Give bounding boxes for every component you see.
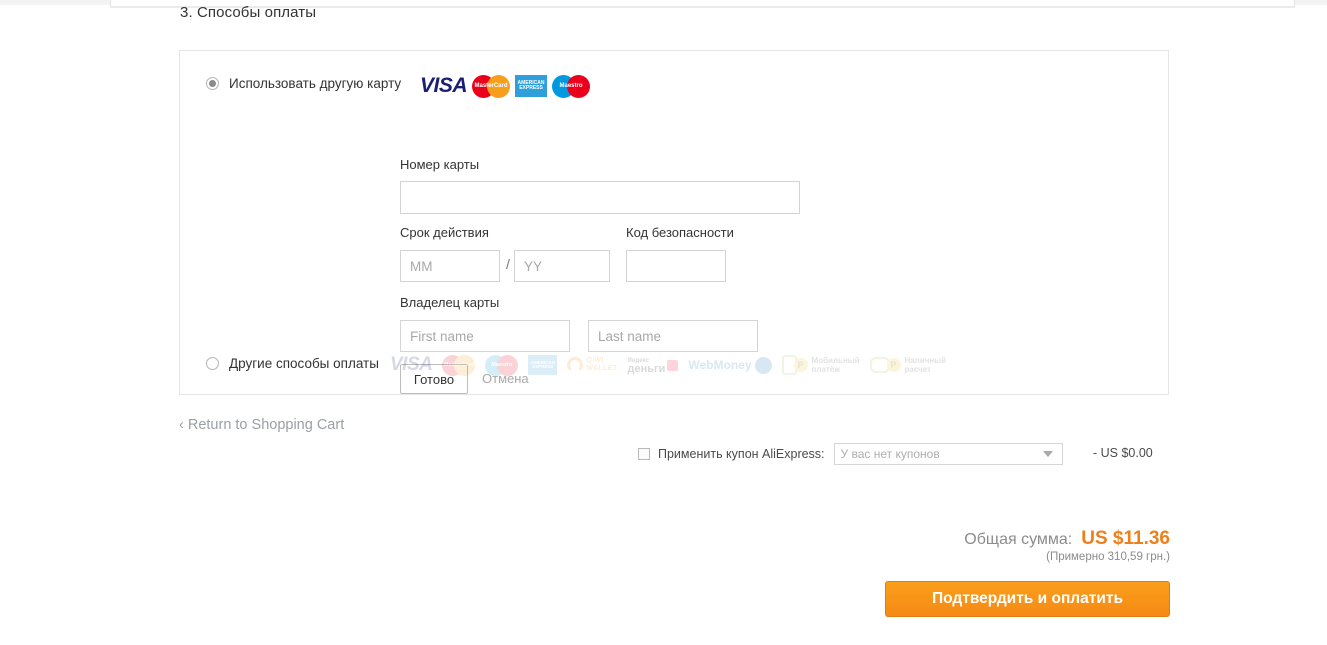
order-total-value: US $11.36	[1081, 528, 1170, 549]
apply-coupon-checkbox[interactable]	[638, 448, 650, 460]
amex-icon: AMERICAN EXPRESS	[515, 75, 548, 97]
webmoney-icon: WebMoney	[688, 356, 772, 374]
qiwi-wallet-icon: QIWI WALLET	[567, 357, 617, 373]
expiry-separator: /	[506, 256, 510, 272]
radio-option-other-card[interactable]: Использовать другую карту	[206, 76, 401, 91]
maestro-icon: Maestro	[552, 74, 591, 98]
return-to-cart-link[interactable]: ‹ Return to Shopping Cart	[179, 417, 344, 433]
order-total-approx: (Примерно 310,59 грн.)	[1046, 551, 1170, 563]
yandex-label-line2: деньги	[627, 363, 666, 375]
qiwi-ring-shape	[567, 357, 584, 373]
maestro-icon-secondary-label: Maestro	[491, 362, 513, 368]
mastercard-icon-label: MasterCard	[474, 83, 508, 89]
coupon-select-value: У вас нет купонов	[840, 447, 940, 461]
confirm-and-pay-button[interactable]: Подтвердить и оплатить	[885, 581, 1170, 617]
first-name-input[interactable]	[400, 320, 570, 352]
security-code-input[interactable]	[626, 250, 726, 282]
mobile-coin-shape: P	[793, 358, 808, 372]
cash-label-line1: Наличный	[904, 356, 946, 365]
page-title: 3. Способы оплаты	[180, 4, 317, 21]
mastercard-icon-secondary-label: MasterCard	[443, 362, 474, 368]
webmoney-label: WebMoney	[688, 358, 752, 372]
webmoney-globe-shape	[754, 356, 772, 374]
order-total-row: Общая сумма: US $11.36	[964, 528, 1170, 550]
radio-option-other-card-label: Использовать другую карту	[229, 76, 402, 91]
coupon-select[interactable]: У вас нет купонов	[833, 443, 1063, 465]
card-number-label: Номер карты	[400, 157, 480, 172]
amex-icon-secondary: AMERICAN EXPRESS	[528, 355, 558, 375]
radio-option-other-methods-label: Другие способы оплаты	[229, 356, 379, 371]
expiry-label: Срок действия	[400, 225, 489, 240]
qiwi-label-line2: WALLET	[586, 365, 618, 372]
visa-icon-secondary: VISA	[390, 354, 433, 375]
visa-icon: VISA	[420, 74, 468, 97]
cash-coin-shape: P	[886, 358, 901, 372]
mastercard-icon-secondary: MasterCard	[442, 354, 476, 376]
radio-option-other-methods[interactable]: Другие способы оплаты	[206, 356, 379, 371]
apply-coupon-label: Применить купон AliExpress:	[658, 447, 825, 461]
cash-payment-icon: P Наличный расчет	[869, 356, 946, 374]
qiwi-label-line1: QIWI	[586, 357, 604, 364]
expiry-month-input[interactable]	[400, 250, 500, 282]
mobile-label-line1: Мобильный	[811, 356, 860, 365]
coupon-discount-amount: - US $0.00	[1093, 446, 1153, 460]
expiry-year-input[interactable]	[514, 250, 610, 282]
card-number-input[interactable]	[400, 181, 800, 214]
coupon-row: Применить купон AliExpress: У вас нет ку…	[638, 443, 1063, 465]
last-name-input[interactable]	[588, 320, 758, 352]
yandex-chip-shape	[667, 359, 679, 371]
payment-methods-panel: Использовать другую карту VISA MasterCar…	[179, 50, 1169, 395]
card-holder-label: Владелец карты	[400, 295, 500, 310]
maestro-icon-label: Maestro	[559, 83, 583, 89]
chevron-down-icon	[1042, 451, 1053, 457]
radio-other-card-icon[interactable]	[206, 77, 219, 90]
security-code-label: Код безопасности	[626, 225, 734, 240]
mastercard-icon: MasterCard	[472, 74, 511, 98]
order-total-label: Общая сумма:	[964, 531, 1073, 548]
radio-other-methods-icon[interactable]	[206, 357, 219, 370]
other-payment-logos: VISA MasterCard Maestro AMERICAN EXPRESS…	[390, 354, 946, 376]
mobile-label-line2: платёж	[811, 365, 840, 374]
card-brand-logos-primary: VISA MasterCard AMERICAN EXPRESS Maestro	[420, 74, 591, 98]
maestro-icon-secondary: Maestro	[485, 354, 519, 376]
yandex-money-icon: Яндекс деньги	[627, 357, 679, 375]
mobile-payment-icon: P Мобильный платёж	[781, 355, 860, 375]
cash-label-line2: расчет	[904, 365, 932, 374]
